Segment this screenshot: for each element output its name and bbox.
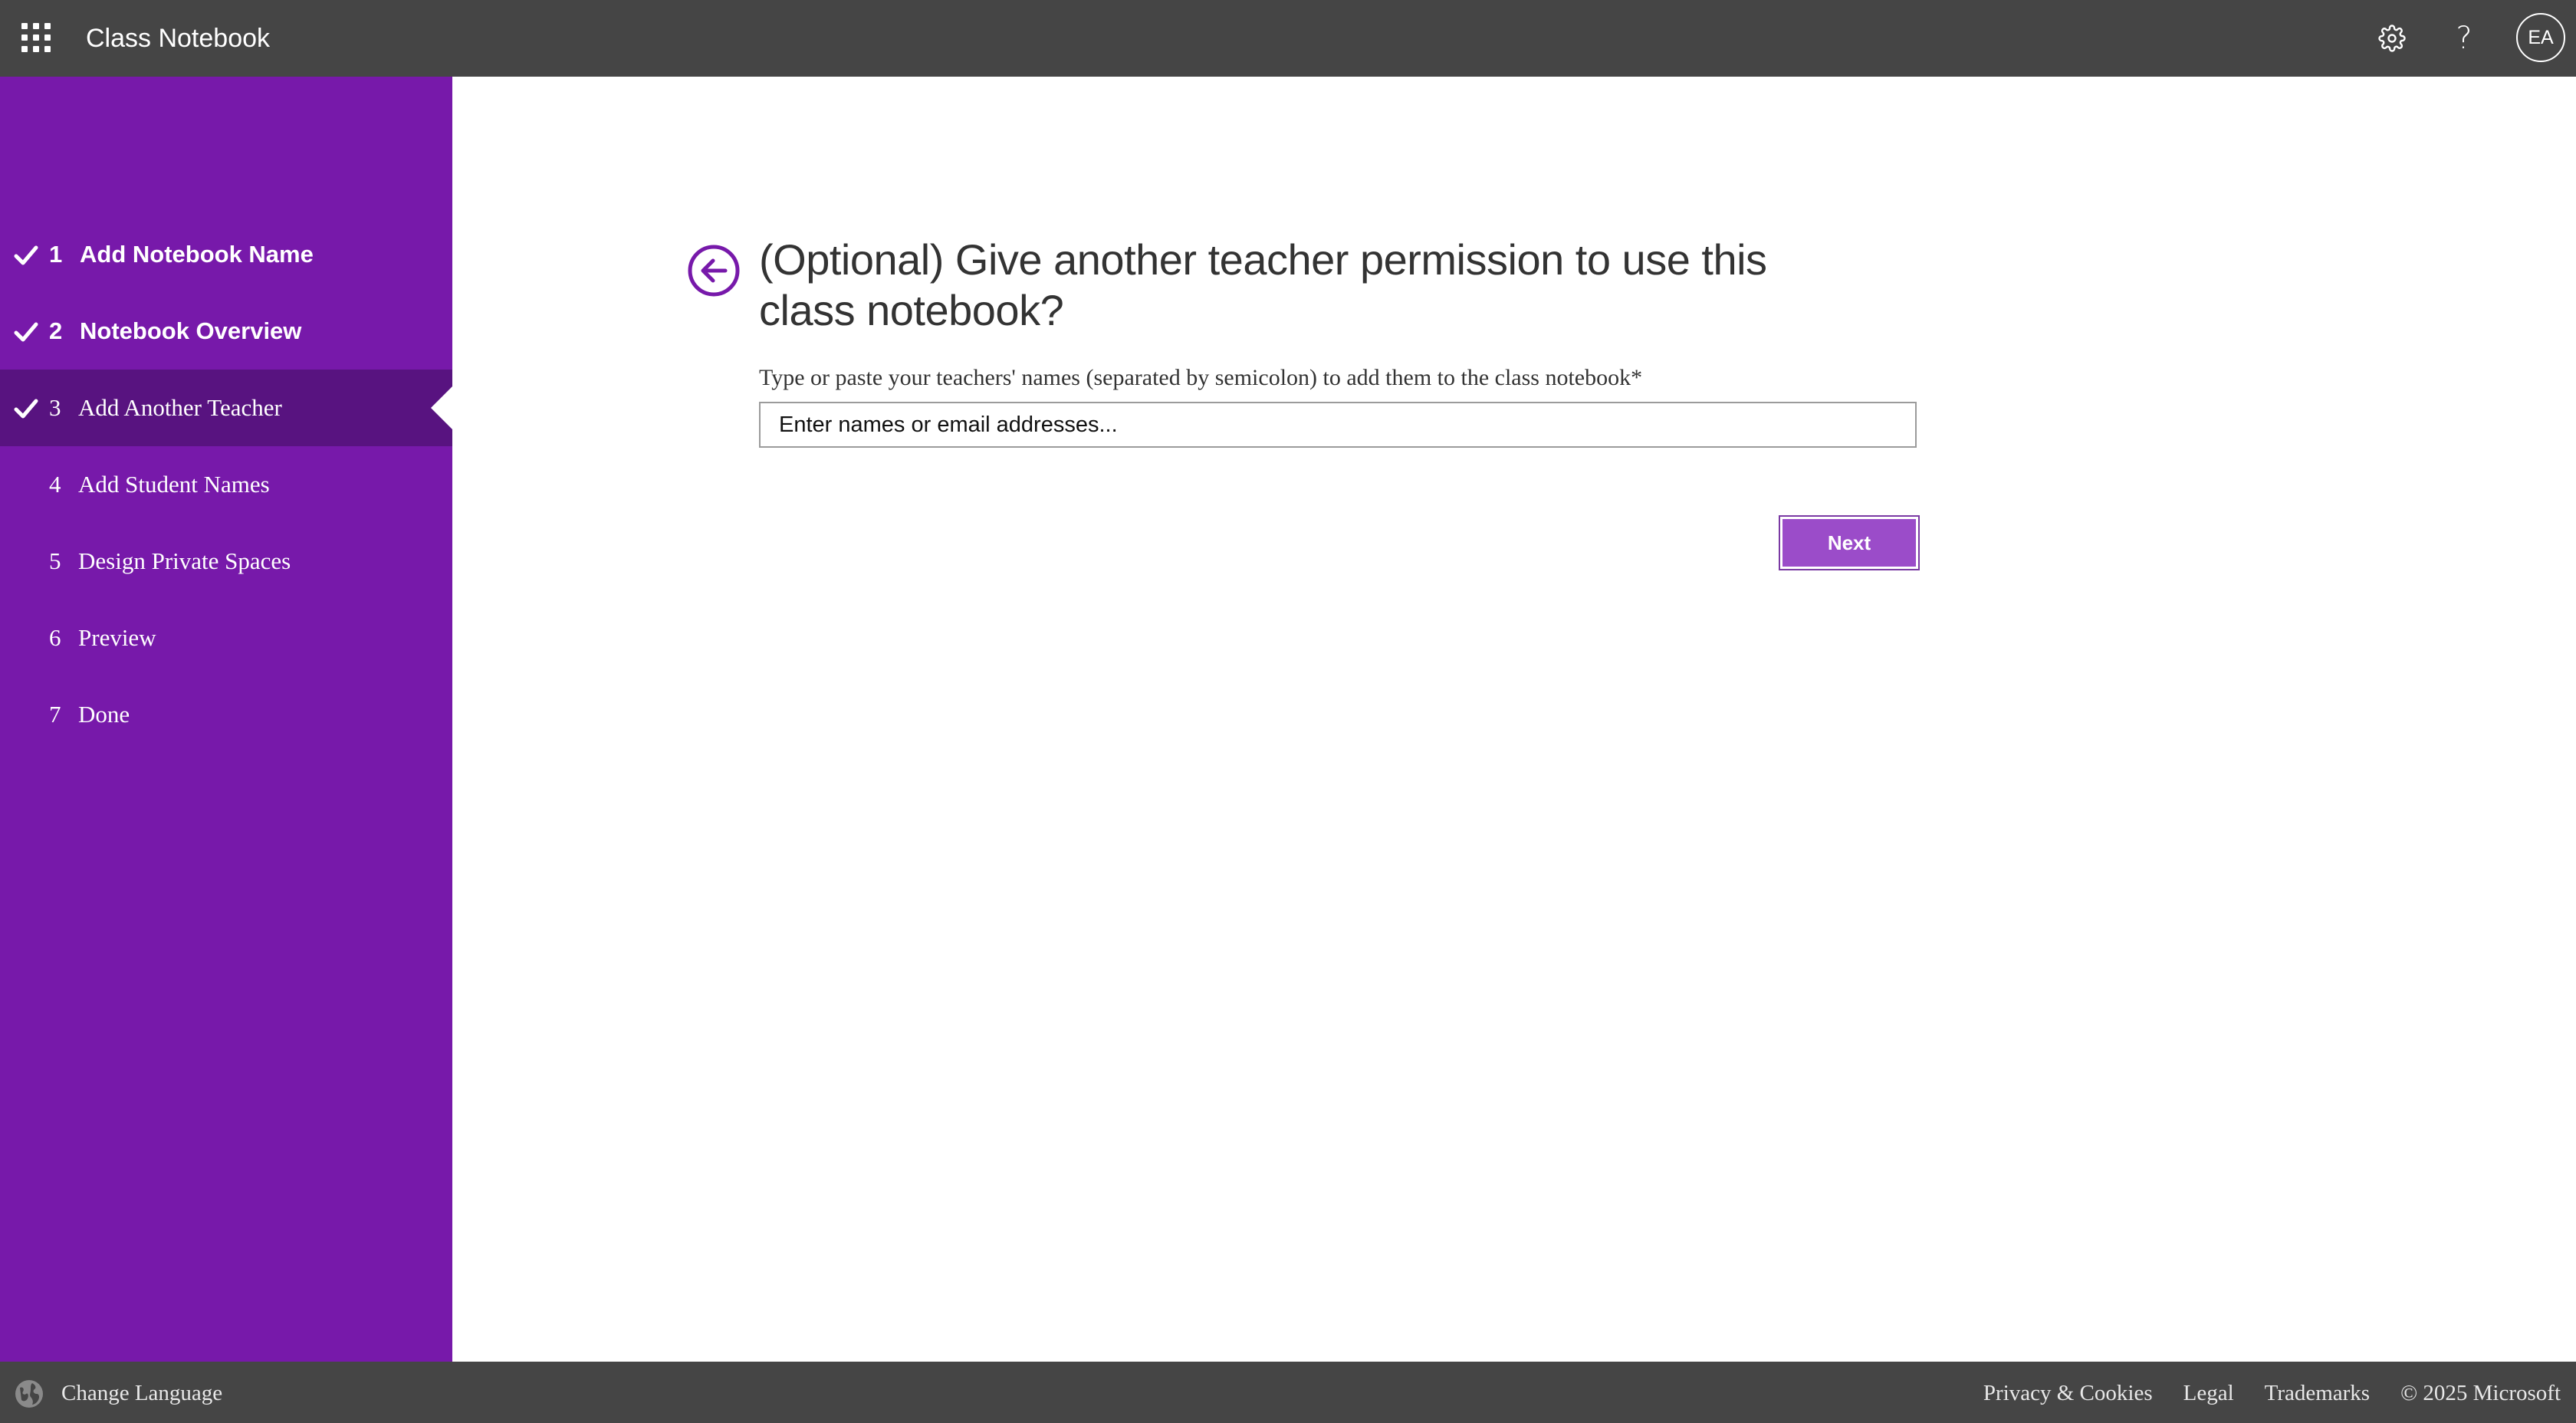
page-title: (Optional) Give another teacher permissi…	[759, 235, 1767, 334]
step-label: Notebook Overview	[80, 317, 302, 344]
avatar[interactable]: EA	[2516, 13, 2565, 62]
footer: Change Language Privacy & Cookies Legal …	[0, 1362, 2576, 1423]
step-add-another-teacher[interactable]: 3 Add Another Teacher	[0, 370, 452, 446]
step-done[interactable]: 7 Done	[0, 676, 452, 753]
step-add-student-names[interactable]: 4 Add Student Names	[0, 446, 452, 523]
next-button[interactable]: Next	[1779, 515, 1920, 570]
help-icon[interactable]: ?	[2443, 17, 2486, 60]
top-bar: Class Notebook ? EA	[0, 0, 2576, 77]
checkmark-icon	[14, 245, 38, 265]
app-title[interactable]: Class Notebook	[86, 21, 270, 55]
teacher-names-label: Type or paste your teachers' names (sepa…	[759, 365, 1643, 390]
checkmark-icon	[14, 322, 38, 342]
checkmark-icon	[14, 399, 38, 419]
globe-icon	[15, 1380, 43, 1408]
footer-links: Privacy & Cookies Legal Trademarks © 202…	[1983, 1379, 2561, 1408]
step-preview[interactable]: 6 Preview	[0, 600, 452, 676]
copyright-text: © 2025 Microsoft	[2400, 1381, 2561, 1405]
trademarks-link[interactable]: Trademarks	[2265, 1379, 2370, 1408]
change-language-link[interactable]: Change Language	[61, 1379, 222, 1408]
step-number: 4	[49, 471, 61, 498]
step-notebook-overview[interactable]: 2 Notebook Overview	[0, 293, 452, 370]
step-label: Done	[78, 701, 130, 728]
step-number: 2	[49, 317, 63, 344]
app-launcher-waffle-icon[interactable]	[21, 23, 51, 52]
step-design-private-spaces[interactable]: 5 Design Private Spaces	[0, 523, 452, 600]
step-add-notebook-name[interactable]: 1 Add Notebook Name	[0, 216, 452, 293]
step-number: 5	[49, 547, 61, 574]
privacy-cookies-link[interactable]: Privacy & Cookies	[1983, 1379, 2153, 1408]
step-label: Preview	[78, 624, 156, 651]
step-number: 7	[49, 701, 61, 728]
legal-link[interactable]: Legal	[2183, 1379, 2234, 1408]
step-number: 3	[49, 394, 61, 421]
arrow-left-circle-icon[interactable]	[687, 244, 741, 297]
step-label: Add Notebook Name	[80, 241, 314, 268]
teacher-names-input[interactable]	[759, 402, 1917, 448]
wizard-steps-sidebar: 1 Add Notebook Name 2 Notebook Overview …	[0, 77, 452, 1362]
step-number: 6	[49, 624, 61, 651]
step-label: Design Private Spaces	[78, 547, 291, 574]
gear-icon[interactable]	[2371, 17, 2413, 60]
step-label: Add Student Names	[78, 471, 270, 498]
step-label: Add Another Teacher	[78, 394, 282, 421]
step-number: 1	[49, 241, 63, 268]
